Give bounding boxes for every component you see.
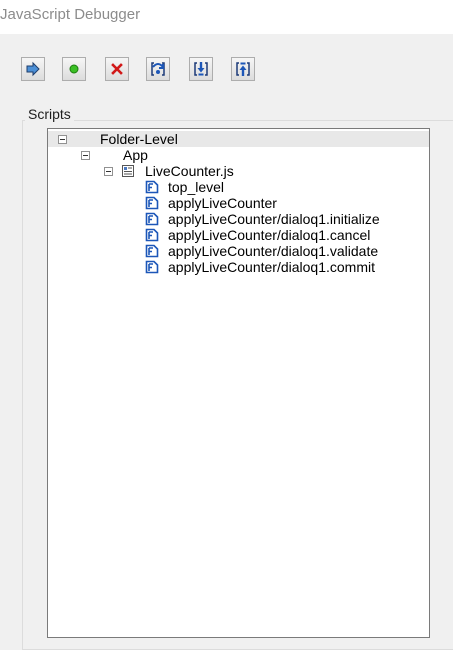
step-over-button[interactable] <box>146 57 170 81</box>
step-out-icon <box>236 62 250 76</box>
quit-button[interactable] <box>105 57 129 81</box>
function-script-icon <box>145 260 159 274</box>
title-bar: JavaScript Debugger <box>0 0 453 34</box>
tree-node-folder-level[interactable]: Folder-Level <box>100 131 178 147</box>
tree-node-function[interactable]: applyLiveCounter <box>168 195 277 211</box>
tree-node-livecounter-js[interactable]: LiveCounter.js <box>145 163 234 179</box>
collapse-toggle-app[interactable] <box>81 151 90 160</box>
step-into-button[interactable] <box>189 57 213 81</box>
pause-button[interactable] <box>62 57 86 81</box>
function-script-icon <box>145 180 159 194</box>
step-over-icon <box>151 62 165 76</box>
tree-node-function[interactable]: top_level <box>168 179 224 195</box>
function-script-icon <box>145 212 159 226</box>
collapse-toggle-folder-level[interactable] <box>58 135 67 144</box>
function-script-icon <box>145 196 159 210</box>
tree-node-function[interactable]: applyLiveCounter/dialoq1.commit <box>168 259 375 275</box>
function-script-icon <box>145 244 159 258</box>
scripts-tree[interactable]: Folder-Level App LiveCounter.js top_leve… <box>47 128 430 638</box>
red-x-icon <box>111 63 123 75</box>
tree-node-function[interactable]: applyLiveCounter/dialoq1.validate <box>168 243 378 259</box>
toolbar <box>0 34 453 108</box>
window-title: JavaScript Debugger <box>0 6 141 23</box>
tree-node-function[interactable]: applyLiveCounter/dialoq1.initialize <box>168 211 380 227</box>
scripts-legend: Scripts <box>25 106 74 122</box>
tree-node-function[interactable]: applyLiveCounter/dialoq1.cancel <box>168 227 370 243</box>
resume-arrow-icon <box>26 61 40 77</box>
tree-node-app[interactable]: App <box>123 147 148 163</box>
script-file-icon <box>122 165 134 177</box>
step-out-button[interactable] <box>231 57 255 81</box>
resume-button[interactable] <box>21 57 45 81</box>
function-script-icon <box>145 228 159 242</box>
collapse-toggle-livecounter[interactable] <box>104 167 113 176</box>
step-into-icon <box>194 62 208 76</box>
green-dot-icon <box>69 64 79 74</box>
